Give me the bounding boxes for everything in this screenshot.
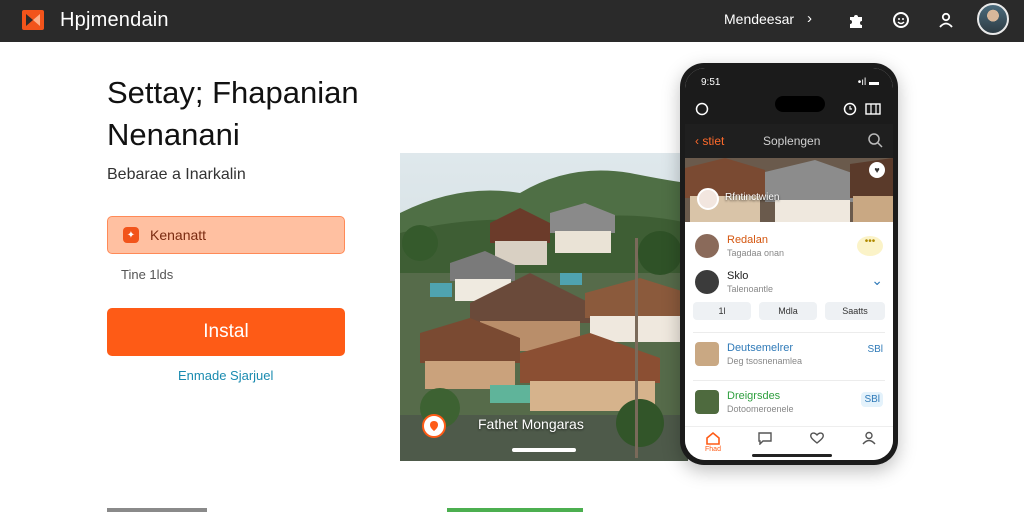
- village-photo-image: [400, 153, 688, 461]
- promo-field[interactable]: ✦ Kenanatt: [107, 216, 345, 254]
- list-item[interactable]: Redalan Tagadaa onan •••: [695, 232, 885, 264]
- photo-progress-indicator: [512, 448, 576, 452]
- phone-app-header: ‹ stiet Soplengen: [685, 124, 893, 158]
- clock-icon[interactable]: [843, 102, 857, 116]
- hero-title-line1: Settay; Fhapanian: [107, 75, 359, 110]
- phone-header-title: Soplengen: [763, 134, 821, 148]
- chip-row: 1l Mdla Saatts: [693, 302, 887, 322]
- tab-messages[interactable]: [751, 431, 779, 453]
- feed-title: Redalan: [727, 234, 768, 246]
- thumbnail: [695, 342, 719, 366]
- feed-title: Deutsemelrer: [727, 342, 794, 354]
- grid-icon[interactable]: [865, 102, 881, 116]
- feed-subtitle: Tagadaa onan: [727, 248, 785, 258]
- feed-action[interactable]: SBl: [861, 392, 883, 407]
- promo-text: Kenanatt: [150, 227, 207, 243]
- village-photo: [400, 153, 688, 461]
- back-link[interactable]: ‹ stiet: [695, 134, 724, 148]
- thumbnail: [695, 390, 719, 414]
- bottom-strip-center: [447, 508, 583, 512]
- hero-title-line2: Nenanani: [107, 117, 240, 152]
- phone-status-bar: 9:51 •ıl ▬: [685, 68, 893, 96]
- feed-subtitle: Deg tsosnenamlea: [727, 356, 803, 366]
- feed-list: Redalan Tagadaa onan ••• Sklo Talenoantl…: [685, 222, 893, 427]
- phone-screen: 9:51 •ıl ▬ ‹ stiet Soplengen ♥ Rfntinctw…: [685, 68, 893, 460]
- banner-avatar[interactable]: [697, 188, 719, 210]
- phone-photo-image: [685, 158, 893, 222]
- list-item[interactable]: Dreigrsdes Dotoomeroenele SBl: [695, 388, 885, 420]
- list-item[interactable]: Deutsemelrer Deg tsosnenamlea SBl: [695, 340, 885, 372]
- feed-subtitle: Talenoantle: [727, 284, 774, 294]
- heart-icon: [810, 432, 824, 444]
- feed-title: Dreigrsdes: [727, 390, 781, 402]
- favorite-icon[interactable]: ♥: [869, 162, 885, 178]
- chip[interactable]: 1l: [693, 302, 751, 320]
- person-icon[interactable]: [935, 9, 957, 31]
- banner-label: Rfntinctwien: [725, 192, 780, 203]
- tab-favorites[interactable]: [803, 431, 831, 453]
- user-avatar[interactable]: [977, 3, 1009, 35]
- smiley-icon[interactable]: [890, 9, 912, 31]
- divider: [693, 380, 885, 381]
- tab-home-label: Fhad: [705, 446, 721, 453]
- chat-icon: [758, 432, 772, 445]
- tab-home[interactable]: Fhad: [699, 431, 727, 453]
- avatar: [695, 234, 719, 258]
- hero-title: Settay; Fhapanian Nenanani: [107, 72, 359, 156]
- location-pin-icon[interactable]: [422, 414, 446, 438]
- small-label: Tine 1lds: [121, 267, 174, 282]
- chip[interactable]: Mdla: [759, 302, 817, 320]
- puzzle-icon[interactable]: [845, 9, 867, 31]
- phone-photo-banner: ♥: [685, 158, 893, 222]
- feed-subtitle: Dotoomeroenele: [727, 404, 794, 414]
- status-indicators: •ıl ▬: [857, 77, 879, 88]
- feed-title: Sklo: [727, 270, 749, 282]
- photo-caption: Fathet Mongaras: [478, 416, 584, 432]
- home-indicator: [752, 454, 832, 457]
- status-time: 9:51: [701, 77, 721, 88]
- home-icon: [706, 431, 720, 445]
- phone-top-icons: [685, 94, 893, 124]
- more-options-icon[interactable]: •••: [857, 236, 883, 256]
- profile-icon: [862, 431, 876, 445]
- install-button[interactable]: Instal: [107, 308, 345, 356]
- divider: [693, 332, 885, 333]
- tab-profile[interactable]: [855, 431, 883, 453]
- avatar: [695, 270, 719, 294]
- bottom-strip-left: [107, 508, 207, 512]
- chevron-right-icon[interactable]: ›: [807, 10, 812, 27]
- search-icon[interactable]: [867, 132, 883, 148]
- top-navigation-bar: Hpjmendain Mendeesar ›: [0, 0, 1024, 42]
- secondary-link[interactable]: Enmade Sjarjuel: [178, 368, 273, 383]
- tag-icon: ✦: [123, 227, 139, 243]
- back-circle-icon[interactable]: [695, 102, 709, 116]
- chevron-down-icon[interactable]: ⌄: [871, 272, 883, 289]
- feed-action[interactable]: SBl: [867, 344, 883, 355]
- hero-subtitle: Bebarae a Inarkalin: [107, 166, 246, 183]
- chip[interactable]: Saatts: [825, 302, 885, 320]
- top-nav-link[interactable]: Mendeesar: [724, 11, 794, 27]
- phone-mockup: 9:51 •ıl ▬ ‹ stiet Soplengen ♥ Rfntinctw…: [680, 63, 898, 465]
- logo-icon[interactable]: [22, 10, 44, 30]
- brand-name[interactable]: Hpjmendain: [60, 9, 169, 32]
- phone-notch: [775, 96, 825, 112]
- list-item[interactable]: Sklo Talenoantle ⌄: [695, 268, 885, 300]
